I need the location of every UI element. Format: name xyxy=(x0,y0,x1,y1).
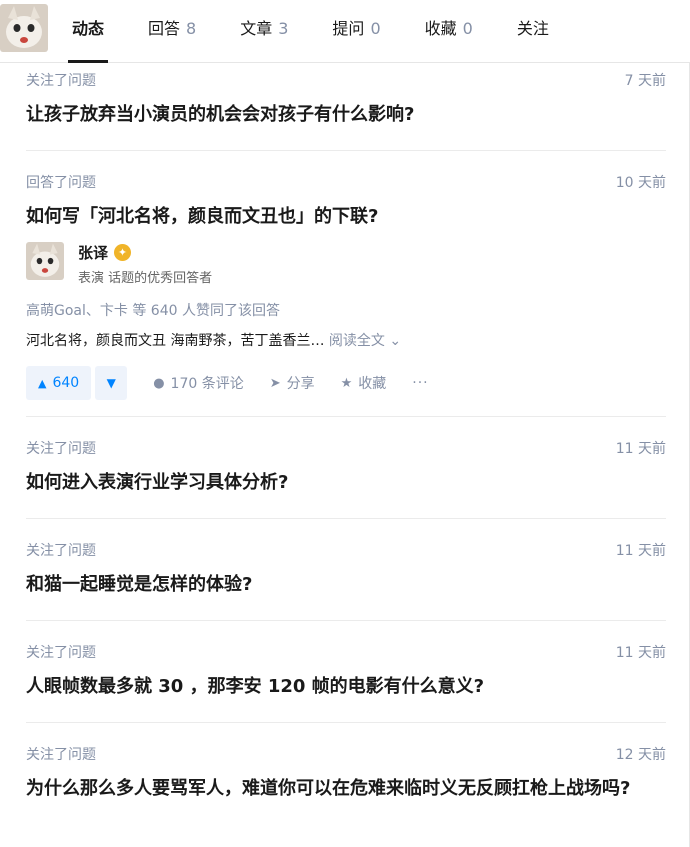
answer-excerpt: 河北名将，颜良而文丑 海南野茶，苦丁盖香兰… 阅读全文 ⌄ xyxy=(26,330,666,350)
comment-icon: ● xyxy=(153,375,165,391)
triangle-down-icon: ▼ xyxy=(106,376,116,390)
list-item: 关注了问题 7 天前 让孩子放弃当小演员的机会会对孩子有什么影响? xyxy=(26,70,666,130)
question-title[interactable]: 如何进入表演行业学习具体分析? xyxy=(26,468,666,498)
activity-type: 关注了问题 xyxy=(26,543,96,559)
tab-activity[interactable]: 动态 xyxy=(50,0,126,63)
divider xyxy=(26,722,666,723)
timestamp: 11 天前 xyxy=(615,441,666,457)
activity-type: 回答了问题 xyxy=(26,175,96,191)
share-button[interactable]: ➤ 分享 xyxy=(270,373,315,393)
divider xyxy=(26,150,666,151)
list-item: 关注了问题 11 天前 和猫一起睡觉是怎样的体验? xyxy=(26,540,666,600)
tab-questions[interactable]: 提问 0 xyxy=(310,0,402,62)
upvote-count: 640 xyxy=(52,375,80,391)
tab-collections-count: 0 xyxy=(462,19,473,38)
share-icon: ➤ xyxy=(269,375,281,391)
question-title[interactable]: 为什么那么多人要骂军人，难道你可以在危难来临时义无反顾扛枪上战场吗? xyxy=(26,774,666,804)
avatar[interactable] xyxy=(26,242,64,280)
tab-answers-count: 8 xyxy=(186,19,197,38)
profile-tab-bar: 动态 回答 8 文章 3 提问 0 收藏 0 关注 xyxy=(0,0,690,63)
tab-articles[interactable]: 文章 3 xyxy=(218,0,310,62)
question-title[interactable]: 让孩子放弃当小演员的机会会对孩子有什么影响? xyxy=(26,100,666,130)
question-title[interactable]: 人眼帧数最多就 30 ，那李安 120 帧的电影有什么意义? xyxy=(26,672,666,702)
timestamp: 11 天前 xyxy=(615,543,666,559)
tab-answers[interactable]: 回答 8 xyxy=(126,0,218,62)
question-title[interactable]: 如何写「河北名将，颜良而文丑也」的下联? xyxy=(26,202,666,232)
list-item: 关注了问题 12 天前 为什么那么多人要骂军人，难道你可以在危难来临时义无反顾扛… xyxy=(26,744,666,804)
answer-author: 张译 表演 话题的优秀回答者 xyxy=(26,242,666,286)
tab-following[interactable]: 关注 xyxy=(495,0,571,62)
upvoters-summary: 高萌Goal、卞卡 等 640 人赞同了该回答 xyxy=(26,303,280,319)
list-item: 关注了问题 11 天前 人眼帧数最多就 30 ，那李安 120 帧的电影有什么意… xyxy=(26,642,666,702)
answer-actions: ▲ 640 ▼ ● 170 条评论 ➤ 分享 ★ 收藏 ··· xyxy=(26,366,666,400)
read-all-link[interactable]: 阅读全文 ⌄ xyxy=(329,333,401,349)
activity-type: 关注了问题 xyxy=(26,747,96,763)
chevron-down-icon: ⌄ xyxy=(389,333,402,349)
author-bio: 表演 话题的优秀回答者 xyxy=(78,271,213,286)
profile-activity-page: 动态 回答 8 文章 3 提问 0 收藏 0 关注 关注了问题 7 天前 让孩子放弃当小… xyxy=(0,0,690,847)
timestamp: 7 天前 xyxy=(624,73,666,89)
divider xyxy=(26,416,666,417)
triangle-up-icon: ▲ xyxy=(38,376,47,390)
timestamp: 10 天前 xyxy=(615,175,666,191)
list-item: 关注了问题 11 天前 如何进入表演行业学习具体分析? xyxy=(26,438,666,498)
timestamp: 12 天前 xyxy=(615,747,666,763)
tab-questions-count: 0 xyxy=(370,19,381,38)
activity-type: 关注了问题 xyxy=(26,645,96,661)
activity-type: 关注了问题 xyxy=(26,441,96,457)
excellent-answerer-badge-icon xyxy=(114,243,132,262)
divider xyxy=(26,620,666,621)
tab-collections[interactable]: 收藏 0 xyxy=(403,0,495,62)
comments-button[interactable]: ● 170 条评论 xyxy=(153,373,244,393)
avatar[interactable] xyxy=(0,4,48,52)
collect-button[interactable]: ★ 收藏 xyxy=(341,373,387,393)
tab-articles-count: 3 xyxy=(278,19,289,38)
downvote-button[interactable]: ▼ xyxy=(95,366,128,400)
list-item: 回答了问题 10 天前 如何写「河北名将，颜良而文丑也」的下联? 张译 ✦ 表演… xyxy=(26,172,666,400)
author-name[interactable]: 张译 xyxy=(78,242,108,263)
timestamp: 11 天前 xyxy=(615,645,666,661)
upvote-button[interactable]: ▲ 640 xyxy=(26,366,92,400)
more-options-button[interactable]: ··· xyxy=(412,375,428,391)
star-icon: ★ xyxy=(340,375,353,391)
divider xyxy=(26,518,666,519)
excerpt-text: 河北名将，颜良而文丑 海南野茶，苦丁盖香兰… xyxy=(26,333,325,349)
activity-type: 关注了问题 xyxy=(26,73,96,89)
question-title[interactable]: 和猫一起睡觉是怎样的体验? xyxy=(26,570,666,600)
